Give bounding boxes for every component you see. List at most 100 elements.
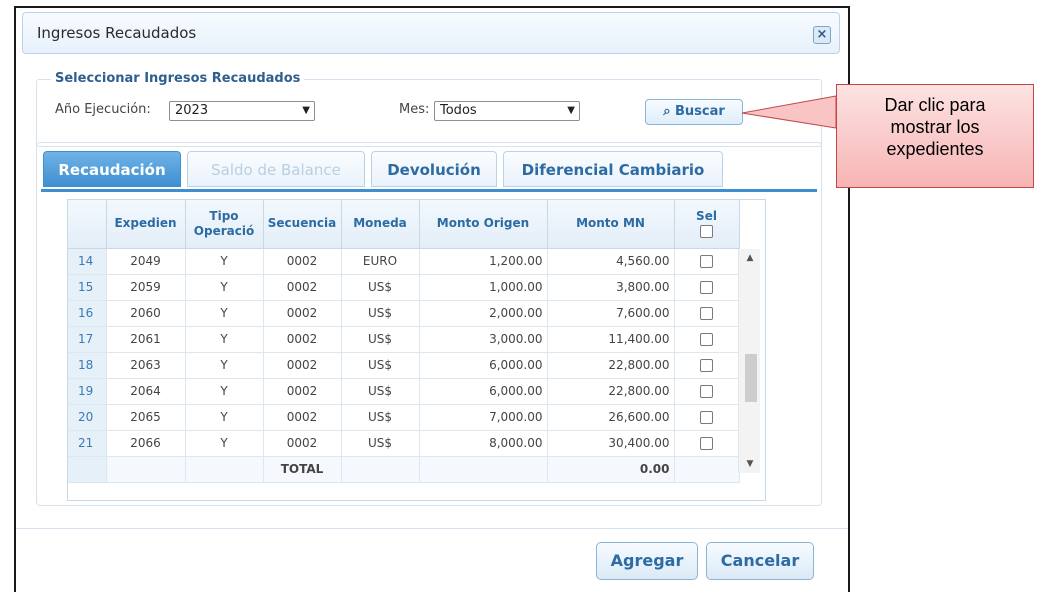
table-row[interactable]: 20 2065 Y 0002 US$ 7,000.00 26,600.00 (68, 404, 740, 431)
row-number: 15 (68, 274, 107, 301)
col-header-tipo[interactable]: Tipo Operació (185, 200, 264, 249)
row-number: 19 (68, 378, 107, 405)
cell-moneda: US$ (341, 378, 420, 405)
cell-monto-origen: 2,000.00 (419, 300, 548, 327)
cell-monto-mn: 26,600.00 (547, 404, 675, 431)
tab-underline (41, 189, 817, 192)
cell-expediente: 2064 (106, 378, 186, 405)
col-header-tipo-label: Tipo Operació (193, 208, 255, 238)
cell-moneda: US$ (341, 274, 420, 301)
table-row[interactable]: 15 2059 Y 0002 US$ 1,000.00 3,800.00 (68, 274, 740, 301)
total-empty (185, 456, 264, 483)
tabs-panel: Recaudación Saldo de Balance Devolución … (36, 142, 822, 506)
col-header-moneda[interactable]: Moneda (341, 200, 420, 249)
agregar-button[interactable]: Agregar (596, 542, 698, 580)
cell-sel (674, 274, 740, 301)
cell-moneda: EURO (341, 248, 420, 275)
tab-label: Diferencial Cambiario (521, 161, 705, 179)
cell-expediente: 2063 (106, 352, 186, 379)
table-row[interactable]: 16 2060 Y 0002 US$ 2,000.00 7,600.00 (68, 300, 740, 327)
total-empty (674, 456, 740, 483)
col-header-sel: Sel (674, 200, 740, 249)
cell-secuencia: 0002 (263, 404, 342, 431)
cell-monto-mn: 4,560.00 (547, 248, 675, 275)
col-header-expediente[interactable]: Expedien (106, 200, 186, 249)
recaudacion-grid: Expedien Tipo Operació Secuencia Moneda … (67, 199, 766, 501)
cell-sel (674, 300, 740, 327)
col-header-rownum (68, 200, 107, 249)
annotation-callout: Dar clic para mostrar los expedientes (836, 84, 1034, 188)
scroll-down-icon[interactable]: ▼ (739, 459, 761, 469)
grid-scrollbar[interactable]: ▲ ▼ (738, 249, 760, 473)
row-checkbox[interactable] (700, 437, 713, 450)
table-row[interactable]: 19 2064 Y 0002 US$ 6,000.00 22,800.00 (68, 378, 740, 405)
cell-tipo: Y (185, 300, 264, 327)
cell-monto-origen: 6,000.00 (419, 378, 548, 405)
cell-moneda: US$ (341, 300, 420, 327)
cell-tipo: Y (185, 274, 264, 301)
scroll-up-icon[interactable]: ▲ (739, 253, 761, 263)
cell-secuencia: 0002 (263, 300, 342, 327)
row-number: 17 (68, 326, 107, 353)
col-header-monto-mn[interactable]: Monto MN (547, 200, 675, 249)
row-checkbox[interactable] (700, 281, 713, 294)
tab-label: Saldo de Balance (211, 161, 341, 179)
anio-select[interactable]: 2023 ▼ (169, 101, 315, 121)
row-checkbox[interactable] (700, 307, 713, 320)
col-header-monto-origen[interactable]: Monto Origen (419, 200, 548, 249)
tab-strip: Recaudación Saldo de Balance Devolución … (41, 147, 817, 189)
tab-recaudacion[interactable]: Recaudación (43, 151, 181, 187)
col-header-secuencia[interactable]: Secuencia (263, 200, 342, 249)
dialog-title: Ingresos Recaudados (37, 24, 197, 42)
row-number: 14 (68, 248, 107, 275)
cell-secuencia: 0002 (263, 274, 342, 301)
buscar-button[interactable]: ⌕ Buscar (645, 99, 743, 125)
sel-label: Sel (696, 208, 717, 223)
cell-secuencia: 0002 (263, 248, 342, 275)
select-all-checkbox[interactable] (700, 224, 713, 238)
table-row[interactable]: 18 2063 Y 0002 US$ 6,000.00 22,800.00 (68, 352, 740, 379)
cell-sel (674, 248, 740, 275)
total-row: TOTAL 0.00 (68, 456, 740, 483)
cancelar-button[interactable]: Cancelar (706, 542, 814, 580)
close-icon[interactable]: × (813, 26, 831, 44)
cell-moneda: US$ (341, 404, 420, 431)
row-checkbox[interactable] (700, 385, 713, 398)
table-row[interactable]: 14 2049 Y 0002 EURO 1,200.00 4,560.00 (68, 248, 740, 275)
cell-monto-mn: 11,400.00 (547, 326, 675, 353)
table-row[interactable]: 17 2061 Y 0002 US$ 3,000.00 11,400.00 (68, 326, 740, 353)
ingresos-dialog: Ingresos Recaudados × Seleccionar Ingres… (14, 6, 850, 592)
cell-tipo: Y (185, 352, 264, 379)
table-row[interactable]: 21 2066 Y 0002 US$ 8,000.00 30,400.00 (68, 430, 740, 457)
row-checkbox[interactable] (700, 411, 713, 424)
row-number: 18 (68, 352, 107, 379)
row-checkbox[interactable] (700, 359, 713, 372)
footer-divider (16, 528, 848, 529)
row-checkbox[interactable] (700, 333, 713, 346)
recaudacion-table: Expedien Tipo Operació Secuencia Moneda … (68, 200, 740, 483)
row-number: 21 (68, 430, 107, 457)
cell-tipo: Y (185, 404, 264, 431)
tab-label: Devolución (387, 161, 481, 179)
anio-label: Año Ejecución: (55, 102, 151, 117)
cell-secuencia: 0002 (263, 326, 342, 353)
cell-monto-mn: 30,400.00 (547, 430, 675, 457)
cell-secuencia: 0002 (263, 378, 342, 405)
tab-devolucion[interactable]: Devolución (371, 151, 497, 187)
buscar-label: Buscar (675, 104, 725, 119)
cell-monto-mn: 22,800.00 (547, 352, 675, 379)
cell-moneda: US$ (341, 430, 420, 457)
chevron-down-icon: ▼ (302, 105, 310, 116)
cell-tipo: Y (185, 248, 264, 275)
total-empty (106, 456, 186, 483)
cell-secuencia: 0002 (263, 352, 342, 379)
cell-tipo: Y (185, 378, 264, 405)
mes-select[interactable]: Todos ▼ (434, 101, 580, 121)
tab-diferencial-cambiario[interactable]: Diferencial Cambiario (503, 151, 723, 187)
row-checkbox[interactable] (700, 255, 713, 268)
cell-monto-origen: 1,200.00 (419, 248, 548, 275)
mes-label: Mes: (399, 102, 430, 117)
cell-monto-mn: 22,800.00 (547, 378, 675, 405)
scrollbar-thumb[interactable] (745, 354, 757, 402)
cell-expediente: 2059 (106, 274, 186, 301)
